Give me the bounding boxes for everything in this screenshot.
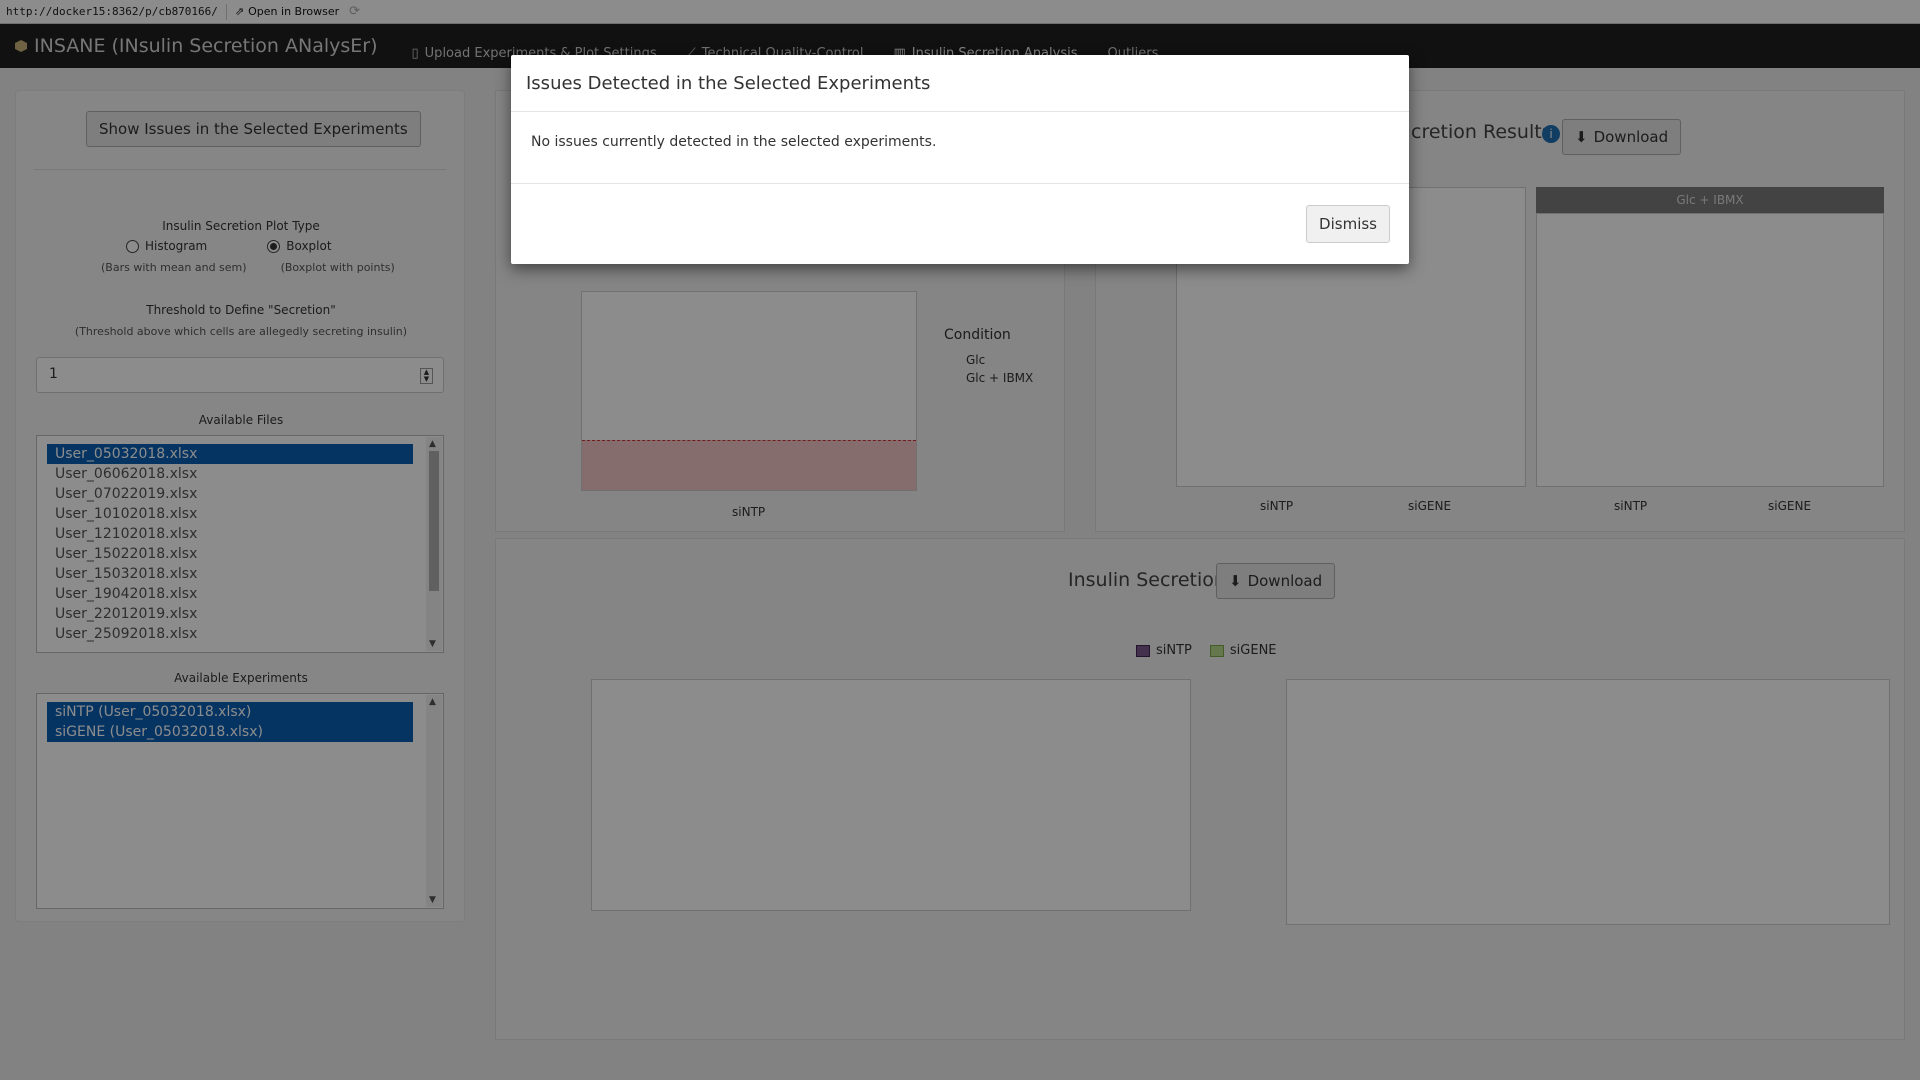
modal-title: Issues Detected in the Selected Experime…	[526, 73, 931, 94]
modal-header: Issues Detected in the Selected Experime…	[511, 55, 1409, 112]
issues-modal: Issues Detected in the Selected Experime…	[511, 55, 1409, 264]
dismiss-button[interactable]: Dismiss	[1306, 205, 1390, 243]
modal-footer: Dismiss	[511, 184, 1409, 264]
modal-body: No issues currently detected in the sele…	[511, 112, 1409, 184]
modal-message: No issues currently detected in the sele…	[531, 134, 937, 150]
